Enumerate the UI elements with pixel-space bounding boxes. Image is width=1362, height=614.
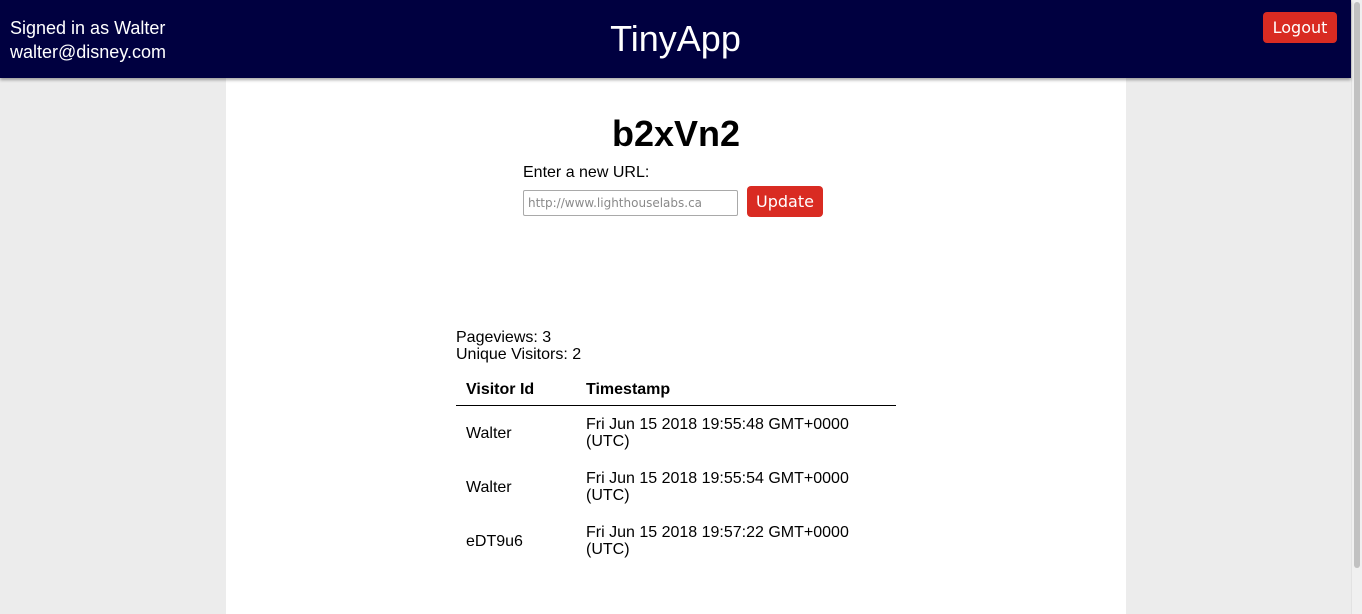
top-header: Signed in as Walter walter@disney.com Ti… [0,0,1351,78]
column-header-timestamp: Timestamp [576,379,896,406]
new-url-input[interactable] [523,190,738,216]
table-header-row: Visitor Id Timestamp [456,379,896,406]
visitor-id-cell: Walter [466,478,512,496]
timestamp-cell: Fri Jun 15 2018 19:55:54 GMT+0000 (UTC) [586,470,849,504]
column-header-visitor-id: Visitor Id [456,379,576,406]
timestamp-cell: Fri Jun 15 2018 19:57:22 GMT+0000 (UTC) [586,524,849,558]
page: Signed in as Walter walter@disney.com Ti… [0,0,1362,614]
unique-visitors-count: Unique Visitors: 2 [456,346,582,363]
main-content: b2xVn2 Enter a new URL: Update Pageviews… [226,78,1126,614]
table-row: eDT9u6 Fri Jun 15 2018 19:57:22 GMT+0000… [456,514,896,568]
logout-button[interactable]: Logout [1263,12,1337,43]
update-button[interactable]: Update [747,186,823,217]
table-row: Walter Fri Jun 15 2018 19:55:48 GMT+0000… [456,406,896,461]
new-url-label: Enter a new URL: [523,164,650,181]
app-title: TinyApp [610,18,741,59]
stats-block: Pageviews: 3 Unique Visitors: 2 [456,329,581,363]
pageviews-count: Pageviews: 3 [456,329,552,346]
visitor-id-cell: Walter [466,424,512,442]
scrollbar-thumb[interactable] [1354,2,1360,568]
vertical-scrollbar[interactable] [1351,0,1362,614]
visitor-id-cell: eDT9u6 [466,532,523,550]
timestamp-cell: Fri Jun 15 2018 19:55:48 GMT+0000 (UTC) [586,416,849,450]
visits-table: Visitor Id Timestamp Walter Fri Jun 15 2… [456,379,896,568]
table-row: Walter Fri Jun 15 2018 19:55:54 GMT+0000… [456,460,896,514]
short-url-code: b2xVn2 [611,113,741,154]
